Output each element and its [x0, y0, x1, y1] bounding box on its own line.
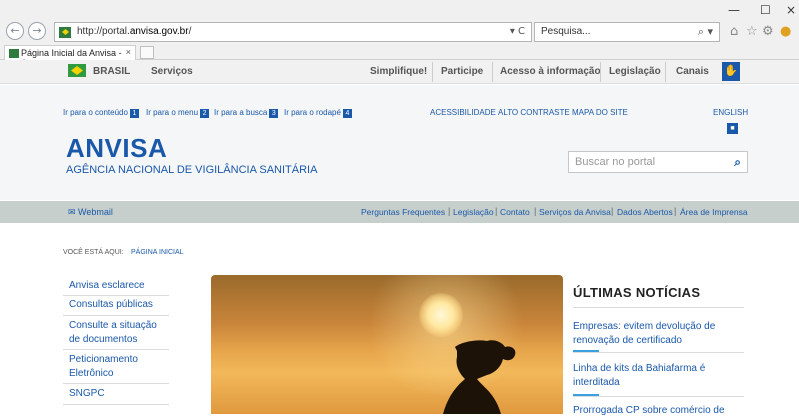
favorites-star-icon[interactable]: ☆: [746, 24, 758, 39]
menu-item-anvisa-esclarece[interactable]: Anvisa esclarece: [69, 279, 145, 293]
divider: [432, 62, 433, 82]
divider: [573, 352, 744, 353]
govbar-acesso-informacao[interactable]: Acesso à informação: [500, 66, 601, 77]
skip-to-content-link[interactable]: Ir para o conteúdo 1: [63, 108, 139, 118]
divider: |: [495, 206, 498, 216]
breadcrumb-current[interactable]: PÁGINA INICIAL: [131, 249, 184, 256]
divider: [63, 404, 169, 405]
portal-search-input[interactable]: Buscar no portal ⌕: [568, 151, 748, 173]
mail-icon: ✉: [68, 207, 79, 217]
divider: [63, 295, 169, 296]
legislacao-link[interactable]: Legislação: [453, 207, 494, 217]
site-favicon: [59, 27, 71, 38]
address-url: http://portal.anvisa.gov.br/: [77, 26, 192, 37]
govbar-servicos[interactable]: Serviços: [151, 66, 193, 77]
brand-logo-text[interactable]: ANVISA: [66, 133, 167, 164]
alto-contraste-link[interactable]: ALTO CONTRASTE: [498, 108, 570, 117]
hero-image-sunset-runner[interactable]: [211, 275, 563, 414]
area-imprensa-link[interactable]: Área de Imprensa: [680, 207, 748, 217]
english-link[interactable]: ENGLISH: [713, 108, 748, 117]
divider: [63, 383, 169, 384]
divider: |: [534, 206, 537, 216]
skip-to-search-link[interactable]: Ir para a busca 3: [214, 108, 279, 118]
maximize-button[interactable]: ☐: [760, 3, 771, 17]
runner-silhouette: [443, 340, 516, 414]
minimize-button[interactable]: —: [728, 3, 740, 17]
mapa-do-site-link[interactable]: MAPA DO SITE: [572, 108, 628, 117]
perguntas-frequentes-link[interactable]: Perguntas Frequentes: [361, 207, 445, 217]
search-icon[interactable]: ⌕: [734, 155, 741, 170]
settings-gear-icon[interactable]: ⚙: [762, 24, 774, 39]
tab-favicon: [9, 49, 19, 58]
divider: |: [674, 206, 677, 216]
divider: |: [448, 206, 451, 216]
menu-item-situacao-documentos[interactable]: Consulte a situação de documentos: [69, 319, 169, 347]
refresh-icon[interactable]: ▾ C: [510, 26, 525, 37]
divider: [573, 307, 744, 308]
divider: [63, 315, 169, 316]
close-window-button[interactable]: ×: [786, 3, 796, 17]
govbar-participe[interactable]: Participe: [441, 66, 483, 77]
latest-news-heading: ÚLTIMAS NOTÍCIAS: [573, 285, 701, 300]
divider: [492, 62, 493, 82]
address-bar[interactable]: http://portal.anvisa.gov.br/ ▾ C: [54, 22, 532, 42]
govbar-canais[interactable]: Canais: [676, 66, 709, 77]
browser-tab-active[interactable]: Página Inicial da Anvisa - A... ×: [4, 45, 136, 68]
news-item-2[interactable]: Linha de kits da Bahiafarma é interditad…: [573, 362, 743, 390]
menu-item-peticionamento[interactable]: Peticionamento Eletrônico: [69, 353, 159, 381]
webmail-link[interactable]: ✉ Webmail: [68, 207, 113, 218]
search-icon[interactable]: ⌕ ▾: [698, 25, 713, 39]
browser-search-placeholder: Pesquisa...: [541, 26, 591, 37]
divider: [665, 62, 666, 82]
menu-item-sngpc[interactable]: SNGPC: [69, 387, 105, 401]
home-icon[interactable]: ⌂: [730, 24, 738, 39]
brand-subtitle: AGÊNCIA NACIONAL DE VIGILÂNCIA SANITÁRIA: [66, 164, 318, 176]
divider: [63, 349, 169, 350]
new-tab-button[interactable]: [140, 46, 154, 59]
servicos-anvisa-link[interactable]: Serviços da Anvisa: [539, 207, 611, 217]
back-arrow-icon: ←: [10, 24, 20, 37]
browser-chrome: ← → http://portal.anvisa.gov.br/ ▾ C Pes…: [0, 0, 799, 68]
breadcrumb-label: VOCÊ ESTÁ AQUI:: [63, 249, 124, 256]
forward-button[interactable]: →: [28, 22, 46, 40]
menu-item-consultas-publicas[interactable]: Consultas públicas: [69, 298, 153, 312]
forward-arrow-icon: →: [32, 24, 42, 37]
browser-search-box[interactable]: Pesquisa... ⌕ ▾: [534, 22, 720, 42]
smiley-feedback-icon[interactable]: ●: [780, 24, 791, 39]
skip-to-menu-link[interactable]: Ir para o menu 2: [146, 108, 210, 118]
brazil-flag-icon[interactable]: [68, 64, 86, 77]
acessibilidade-link[interactable]: ACESSIBILIDADE: [430, 108, 496, 117]
divider: [573, 396, 744, 397]
dados-abertos-link[interactable]: Dados Abertos: [617, 207, 673, 217]
portal-search-placeholder: Buscar no portal: [575, 156, 656, 168]
news-item-3[interactable]: Prorrogada CP sobre comércio de: [573, 404, 743, 418]
contato-link[interactable]: Contato: [500, 207, 530, 217]
news-item-1[interactable]: Empresas: evitem devolução de renovação …: [573, 320, 743, 348]
skip-to-footer-link[interactable]: Ir para o rodapé 4: [284, 108, 352, 118]
tab-close-icon[interactable]: ×: [126, 47, 131, 57]
govbar-legislacao[interactable]: Legislação: [609, 66, 661, 77]
divider: [600, 62, 601, 82]
lock-icon[interactable]: ■: [727, 123, 738, 134]
divider: |: [611, 206, 614, 216]
govbar-simplifique[interactable]: Simplifique!: [370, 66, 427, 77]
back-button[interactable]: ←: [6, 22, 24, 40]
govbar-brasil[interactable]: BRASIL: [93, 66, 130, 77]
accessibility-hand-icon[interactable]: ✋: [722, 62, 740, 81]
